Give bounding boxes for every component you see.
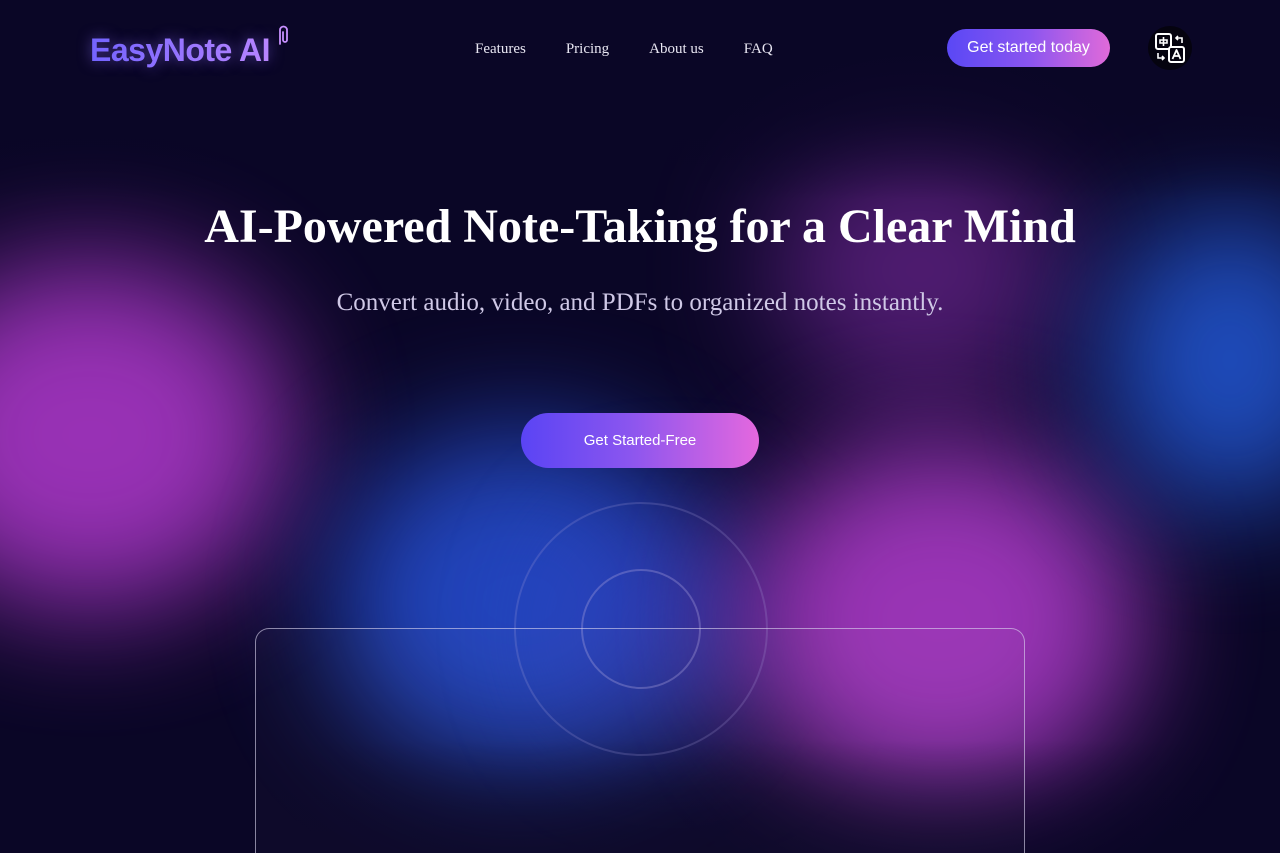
get-started-today-button[interactable]: Get started today — [947, 29, 1110, 67]
main-nav: Features Pricing About us FAQ — [455, 37, 793, 61]
product-preview-frame — [255, 628, 1025, 853]
hero-title: AI-Powered Note-Taking for a Clear Mind — [204, 200, 1076, 253]
translate-icon — [1155, 33, 1185, 63]
logo-text: EasyNote AI — [90, 32, 271, 68]
nav-item-pricing[interactable]: Pricing — [546, 37, 629, 61]
language-switch-button[interactable] — [1148, 26, 1192, 70]
paperclip-icon — [279, 25, 288, 45]
nav-item-about-us[interactable]: About us — [629, 37, 724, 61]
nav-item-faq[interactable]: FAQ — [724, 37, 793, 61]
get-started-free-button[interactable]: Get Started-Free — [521, 413, 759, 468]
nav-item-features[interactable]: Features — [455, 37, 546, 61]
hero-subtitle: Convert audio, video, and PDFs to organi… — [336, 289, 944, 316]
logo[interactable]: EasyNote AI — [90, 22, 295, 74]
